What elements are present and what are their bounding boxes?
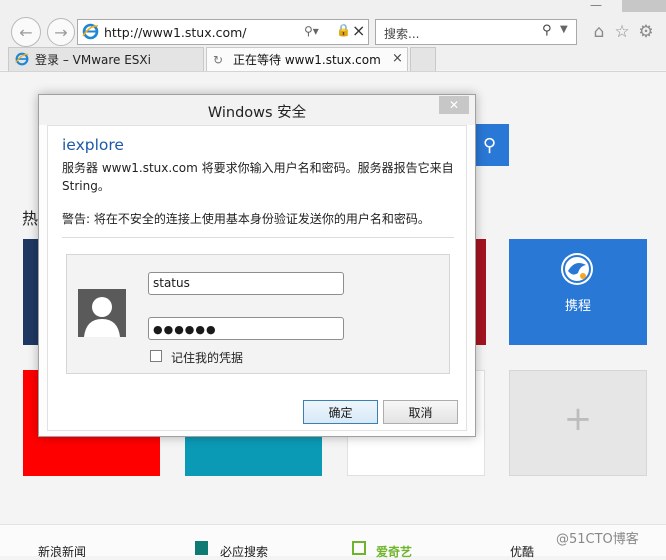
link-youku[interactable]: 优酷	[510, 543, 534, 560]
tab-waiting[interactable]: ↻ 正在等待 www1.stux.com ×	[206, 47, 408, 71]
cancel-label: 取消	[408, 405, 433, 420]
address-url: http://www1.stux.com/	[104, 25, 247, 40]
lock-icon[interactable]: 🔒	[336, 23, 351, 37]
credential-tile: status ●●●●●● 记住我的凭据	[66, 254, 450, 374]
section-heading: 热	[22, 209, 39, 228]
site-tile[interactable]	[476, 239, 486, 345]
close-tab-icon[interactable]: ×	[392, 51, 403, 66]
tab-label: 正在等待 www1.stux.com	[233, 53, 381, 67]
watermark: @51CTO博客	[556, 532, 639, 547]
new-tab-button[interactable]	[410, 47, 436, 71]
ok-button[interactable]: 确定	[303, 400, 378, 424]
tab-label: 登录 – VMware ESXi	[35, 53, 151, 67]
search-placeholder: 搜索...	[384, 27, 420, 41]
divider	[62, 237, 454, 238]
dialog-warning: 警告: 将在不安全的连接上使用基本身份验证发送你的用户名和密码。	[62, 212, 430, 226]
search-dropdown-icon[interactable]: ⚲▾	[304, 24, 319, 38]
browser-chrome: ← → http://www1.stux.com/ ⚲▾ 🔒 × 搜索... ⚲…	[0, 0, 666, 71]
search-box[interactable]: 搜索... ⚲ ▼	[375, 19, 577, 45]
favorites-star-icon[interactable]: ☆	[611, 21, 633, 43]
username-value: status	[153, 276, 190, 290]
link-sina-news[interactable]: 新浪新闻	[38, 543, 86, 560]
dialog-body: iexplore 服务器 www1.stux.com 将要求你输入用户名和密码。…	[47, 125, 467, 431]
ie-tab-icon	[15, 52, 31, 68]
forward-button[interactable]: →	[47, 18, 75, 46]
bing-icon	[195, 541, 208, 555]
back-button[interactable]: ←	[11, 17, 41, 47]
cancel-button[interactable]: 取消	[383, 400, 458, 424]
remember-label: 记住我的凭据	[171, 351, 244, 365]
password-mask: ●●●●●●	[153, 323, 217, 336]
dialog-titlebar[interactable]: Windows 安全 ✕	[39, 95, 475, 125]
user-avatar-icon	[78, 289, 126, 337]
tile-ctrip[interactable]: 携程	[509, 239, 647, 345]
stop-icon[interactable]: ×	[352, 21, 365, 40]
search-icon: ⚲	[482, 134, 497, 156]
gear-icon[interactable]: ⚙	[635, 21, 657, 43]
plus-icon: +	[563, 399, 593, 439]
link-bing[interactable]: 必应搜索	[220, 543, 268, 560]
dialog-close-button[interactable]: ✕	[439, 96, 469, 114]
ctrip-dolphin-icon	[561, 253, 593, 285]
add-tile-button[interactable]: +	[509, 370, 647, 476]
dialog-title: Windows 安全	[207, 105, 307, 121]
chevron-down-icon[interactable]: ▼	[560, 24, 568, 35]
minimize-icon[interactable]: —	[590, 0, 618, 12]
forward-arrow-icon: →	[54, 22, 68, 42]
address-bar[interactable]: http://www1.stux.com/ ⚲▾ 🔒 ×	[77, 19, 369, 45]
tile-label: 携程	[564, 299, 591, 314]
close-window-button[interactable]	[622, 0, 666, 12]
home-icon[interactable]: ⌂	[588, 21, 610, 43]
link-iqiyi[interactable]: 爱奇艺	[376, 543, 412, 560]
username-field[interactable]: status	[148, 272, 344, 295]
close-icon: ✕	[448, 98, 460, 112]
search-icon[interactable]: ⚲	[542, 23, 552, 38]
ok-label: 确定	[328, 405, 353, 420]
back-arrow-icon: ←	[19, 22, 33, 42]
dialog-message: 服务器 www1.stux.com 将要求你输入用户名和密码。服务器报告它来自 …	[62, 161, 454, 193]
loading-spinner-icon: ↻	[213, 52, 224, 67]
iqiyi-icon	[352, 541, 366, 555]
remember-checkbox[interactable]	[150, 350, 162, 362]
password-field[interactable]: ●●●●●●	[148, 317, 344, 340]
tab-esxi-login[interactable]: 登录 – VMware ESXi	[8, 47, 204, 71]
ie-logo-icon	[82, 23, 99, 40]
windows-security-dialog: Windows 安全 ✕ iexplore 服务器 www1.stux.com …	[38, 94, 476, 437]
dialog-app-name: iexplore	[62, 136, 124, 154]
